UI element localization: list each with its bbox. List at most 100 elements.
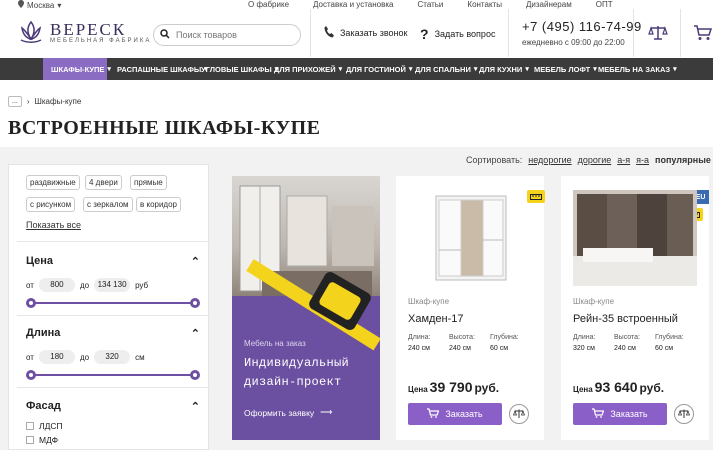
filter-chip[interactable]: прямые [130,175,167,190]
facade-option-mdf[interactable]: МДФ [26,435,200,445]
length-slider[interactable] [26,370,200,380]
slider-max-handle[interactable] [190,370,200,380]
price-amount: 39 790 [429,379,473,395]
logo[interactable]: ВЕРЕСК МЕБЕЛЬНАЯ ФАБРИКА [18,19,151,45]
nav-item-loft[interactable]: Мебель лофт ▾ [529,58,597,80]
search-box[interactable] [153,24,301,46]
option-label: ЛДСП [39,421,63,431]
search-input[interactable] [176,30,296,40]
spec-value: 240 см [449,345,471,352]
product-category: Шкаф-купе [408,297,450,306]
page-title: ВСТРОЕННЫЕ ШКАФЫ-КУПЕ [8,117,321,139]
ask-label: Задать вопрос [434,29,496,39]
nav-item-hallway[interactable]: Для прихожей ▾ [269,58,342,80]
promo-label: Мебель на заказ [244,339,306,348]
chevron-down-icon: ▾ [673,66,677,73]
search-icon[interactable] [160,28,170,42]
filter-chip[interactable]: раздвижные [26,175,80,190]
unit-label: руб [135,280,149,290]
chevron-right-icon: › [26,97,30,106]
sort-az[interactable]: а-я [617,155,630,165]
cart-button[interactable] [694,25,713,44]
phone-number[interactable]: +7 (495) 116-74-99 [522,19,642,34]
top-link-contacts[interactable]: Контакты [467,0,502,9]
order-button[interactable]: Заказать [408,403,502,425]
product-image[interactable] [408,190,532,286]
top-link-articles[interactable]: Статьи [417,0,443,9]
product-name[interactable]: Хамден-17 [408,313,464,325]
facade-filter: Фасад ⌃ ЛДСП МДФ [26,400,200,445]
slider-min-handle[interactable] [26,298,36,308]
filter-chip[interactable]: 4 двери [85,175,122,190]
nav-item-bedroom[interactable]: Для спальни ▾ [407,58,477,80]
nav-item-corner-wardrobes[interactable]: Угловые шкафы ▾ [191,58,278,80]
nav-item-sliding-wardrobes[interactable]: Шкафы-купе ▾ [43,58,111,80]
divider [633,9,634,57]
question-icon: ? [420,26,429,42]
product-card[interactable]: ★EU Шкаф-купе Рейн-35 встроенный Длина:3… [561,176,709,440]
chevron-up-icon[interactable]: ⌃ [191,400,200,413]
divider [17,241,210,242]
sort-za[interactable]: я-а [636,155,649,165]
compare-header-button[interactable] [648,25,668,44]
filter-chip[interactable]: в коридор [136,197,181,212]
nav-item-kitchen[interactable]: Для кухни ▾ [472,58,529,80]
spec-value: 240 см [614,345,636,352]
chevron-up-icon[interactable]: ⌃ [191,255,200,268]
main-nav: Шкафы-купе ▾ Распашные шкафы ▾ Угловые шка… [0,58,713,80]
from-label: от [26,352,34,362]
price-from-input[interactable]: 800 [38,278,75,292]
spec-value: 60 см [490,345,509,352]
sort-label: Сортировать: [466,155,523,165]
price-label: Цена [408,385,428,394]
sort-expensive[interactable]: дорогие [578,155,612,165]
product-image[interactable] [573,190,697,286]
promo-cta-link[interactable]: Оформить заявку ⟶ [244,407,332,418]
sort-popular[interactable]: популярные [655,155,711,165]
top-link-about[interactable]: О фабрике [248,0,289,9]
length-to-input[interactable]: 320 [94,350,131,364]
slider-min-handle[interactable] [26,370,36,380]
top-link-wholesale[interactable]: ОПТ [596,0,613,9]
filter-chip[interactable]: с зеркалом [83,197,133,212]
compare-button[interactable] [674,404,694,424]
filter-panel: раздвижные 4 двери прямые с рисунком с з… [8,164,210,450]
facade-option-ldsp[interactable]: ЛДСП [26,421,200,431]
price-filter: Цена ⌃ от 800 до 134 130 руб [26,255,200,308]
order-button[interactable]: Заказать [573,403,667,425]
nav-item-swing-wardrobes[interactable]: Распашные шкафы ▾ [107,58,208,80]
sort-bar: Сортировать: недорогие дорогие а-я я-а п… [466,155,711,165]
price-label: Цена [573,385,593,394]
top-strip: Москва ▾ О фабрике Доставка и установка … [0,0,713,10]
nav-item-custom[interactable]: Мебель на заказ ▾ [594,58,704,80]
price-to-input[interactable]: 134 130 [94,278,131,292]
show-all-link[interactable]: Показать все [26,220,81,230]
checkbox[interactable] [26,422,34,430]
chevron-up-icon[interactable]: ⌃ [191,327,200,340]
compare-button[interactable] [509,404,529,424]
promo-title-line: дизайн-проект [244,375,342,389]
top-link-delivery[interactable]: Доставка и установка [313,0,393,9]
product-name[interactable]: Рейн-35 встроенный [573,313,678,325]
spec-label: Высота: [614,334,640,341]
ask-question-button[interactable]: ? Задать вопрос [420,26,495,42]
divider [17,315,210,316]
slider-max-handle[interactable] [190,298,200,308]
spec-label: Длина: [573,334,596,341]
from-label: от [26,280,34,290]
price-slider[interactable] [26,298,200,308]
product-card[interactable]: Шкаф-купе Хамден-17 Длина: 240 см Высота:… [396,176,545,440]
filter-chip[interactable]: с рисунком [26,197,76,212]
facade-filter-title: Фасад [26,400,61,412]
promo-banner[interactable]: Мебель на заказ Индивидуальный дизайн-пр… [232,176,380,440]
nav-item-living-room[interactable]: Для гостиной ▾ [338,58,412,80]
checkbox[interactable] [26,436,34,444]
callback-button[interactable]: Заказать звонок [324,26,407,40]
top-link-designers[interactable]: Дизайнерам [526,0,572,9]
sort-cheap[interactable]: недорогие [528,155,571,165]
working-hours: ежедневно с 09:00 до 22:00 [522,38,625,47]
phone-block[interactable]: +7 (495) 116-74-99 ежедневно с 09:00 до … [522,19,642,47]
length-from-input[interactable]: 180 [38,350,75,364]
breadcrumb-more[interactable]: ... [8,96,22,107]
divider [310,9,311,57]
